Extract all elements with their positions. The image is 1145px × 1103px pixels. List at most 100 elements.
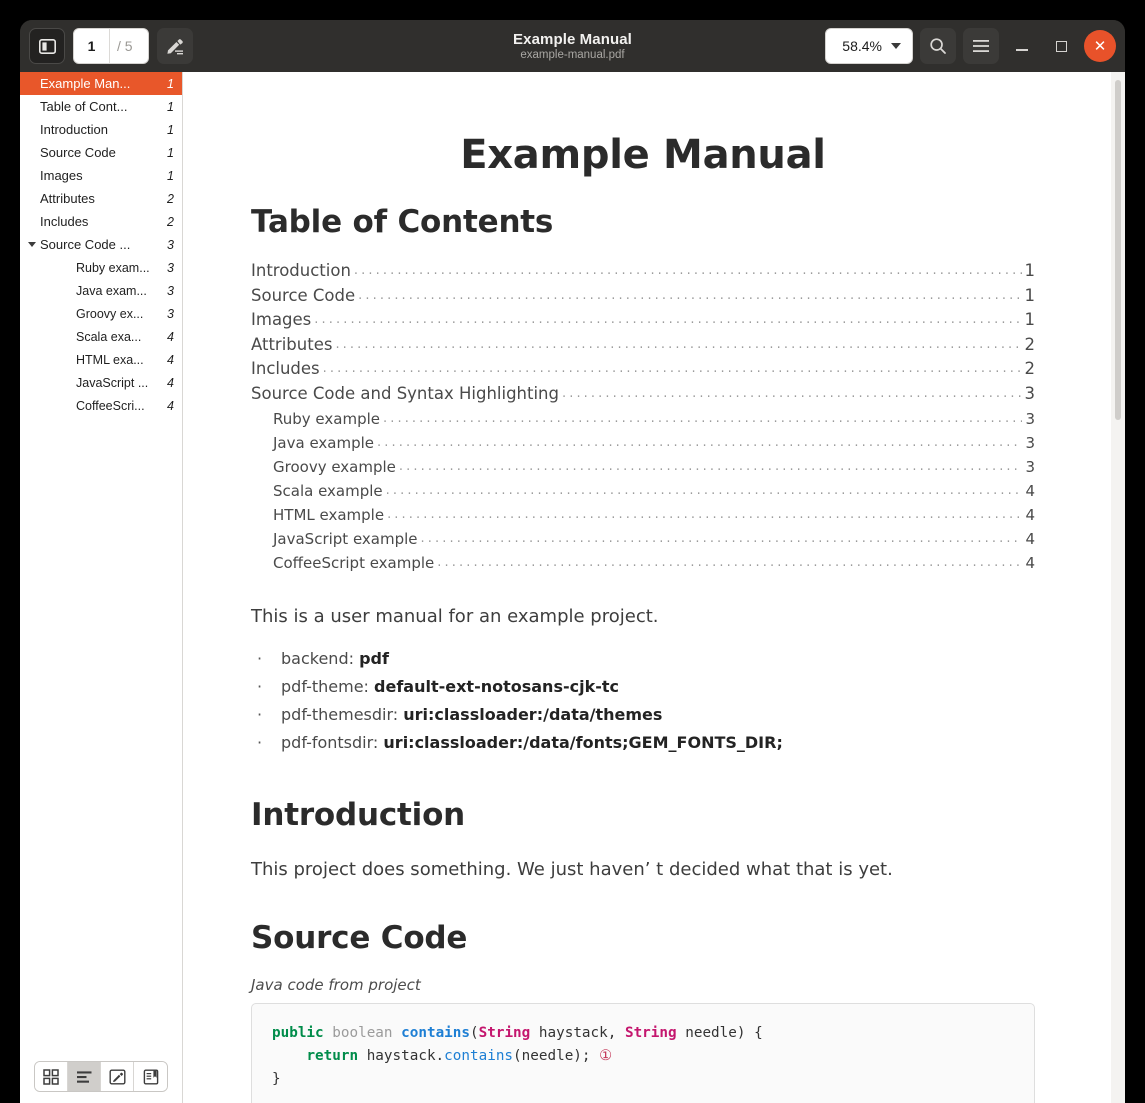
outline-item[interactable]: JavaScript ... 4	[20, 371, 182, 394]
toc-entry-title: Images	[251, 310, 312, 330]
document-outline[interactable]: Example Man... 1 Table of Cont... 1 Introduc…	[20, 72, 182, 1053]
search-button[interactable]	[920, 28, 956, 64]
zoom-level-dropdown[interactable]: 58.4%	[825, 28, 913, 64]
outline-item[interactable]: Groovy ex... 3	[20, 302, 182, 325]
outline-item-label: Source Code ...	[40, 237, 131, 252]
toc-entry[interactable]: Groovy example..........................…	[251, 456, 1035, 480]
toc-entry[interactable]: JavaScript example......................…	[251, 528, 1035, 552]
toc-dot-leader: ........................................…	[398, 458, 1023, 474]
toc-dot-leader: ........................................…	[322, 361, 1022, 377]
bullet-icon: ·	[257, 732, 263, 752]
close-icon: ✕	[1093, 37, 1107, 55]
toc-dot-leader: ........................................…	[377, 434, 1022, 450]
toc-dot-leader: ........................................…	[314, 312, 1021, 328]
code-caption: Java code from project	[251, 975, 421, 994]
page-number-field[interactable]: 1 / 5	[73, 28, 149, 64]
outline-item[interactable]: HTML exa... 4	[20, 348, 182, 371]
outline-item[interactable]: Scala exa... 4	[20, 325, 182, 348]
sidebar-panel-icon	[38, 38, 56, 54]
toc-entry-title: Source Code	[251, 285, 356, 305]
sidebar-view-mode-bar	[20, 1053, 182, 1103]
bullet-icon: ·	[257, 676, 263, 696]
titlebar-left-group: 1 / 5	[29, 28, 193, 64]
outline-item[interactable]: Includes 2	[20, 210, 182, 233]
toc-entry[interactable]: Source Code.............................…	[251, 285, 1035, 310]
toc-entry-page: 4	[1025, 553, 1035, 572]
window-subtitle-filename: example-manual.pdf	[520, 49, 625, 61]
annotations-view-button[interactable]	[101, 1062, 134, 1091]
toc-entry[interactable]: Source Code and Syntax Highlighting.....…	[251, 383, 1035, 408]
outline-item[interactable]: Introduction 1	[20, 118, 182, 141]
code-keyword-public: public	[272, 1024, 324, 1041]
toc-entry-title: Attributes	[251, 334, 333, 354]
code-type-boolean: boolean	[332, 1024, 393, 1041]
outline-item-label: Images	[40, 168, 83, 183]
toc-entry-title: Java example	[273, 433, 375, 452]
bullet-icon: ·	[257, 648, 263, 668]
toc-entry[interactable]: Scala example...........................…	[251, 480, 1035, 504]
thumbnails-view-button[interactable]	[35, 1062, 68, 1091]
toc-entry[interactable]: Attributes..............................…	[251, 334, 1035, 359]
attribute-list-item: · backend: pdf	[257, 645, 1035, 673]
toc-entry[interactable]: Java example............................…	[251, 432, 1035, 456]
outline-item[interactable]: Ruby exam... 3	[20, 256, 182, 279]
outline-item[interactable]: Source Code ... 3	[20, 233, 182, 256]
close-button[interactable]: ✕	[1084, 30, 1116, 62]
maximize-button[interactable]	[1045, 30, 1077, 62]
code-keyword-return: return	[306, 1047, 359, 1064]
document-view[interactable]: Example Manual Table of Contents Introdu…	[183, 72, 1125, 1103]
outline-item-page: 4	[167, 329, 174, 344]
outline-item[interactable]: Java exam... 3	[20, 279, 182, 302]
attribute-key: pdf-theme:	[281, 676, 369, 696]
outline-item[interactable]: Attributes 2	[20, 187, 182, 210]
vertical-scrollbar[interactable]	[1115, 80, 1121, 420]
outline-item-label: HTML exa...	[76, 352, 144, 367]
hamburger-menu-icon	[973, 40, 989, 52]
minimize-button[interactable]	[1006, 30, 1038, 62]
toc-entry[interactable]: Images..................................…	[251, 309, 1035, 334]
expand-triangle-icon[interactable]	[24, 242, 40, 247]
toc-entry-title: Ruby example	[273, 409, 380, 428]
code-arg-haystack: haystack,	[530, 1024, 625, 1041]
outline-view-button[interactable]	[68, 1062, 101, 1091]
sidebar-toggle-button[interactable]	[29, 28, 65, 64]
toc-dot-leader: ........................................…	[335, 336, 1021, 352]
main-menu-button[interactable]	[963, 28, 999, 64]
bookmarks-view-button[interactable]	[134, 1062, 167, 1091]
outline-item[interactable]: Images 1	[20, 164, 182, 187]
attribute-value: uri:classloader:/data/fonts;GEM_FONTS_DI…	[383, 732, 783, 752]
toc-entry-page: 4	[1025, 529, 1035, 548]
code-method-contains: contains	[401, 1024, 471, 1041]
current-page-input[interactable]: 1	[74, 29, 110, 63]
outline-item[interactable]: Source Code 1	[20, 141, 182, 164]
attribute-list-item: · pdf-themesdir: uri:classloader:/data/th…	[257, 701, 1035, 729]
outline-item-label: Ruby exam...	[76, 260, 150, 275]
attribute-key: pdf-fontsdir:	[281, 732, 379, 752]
toc-dot-leader: ........................................…	[385, 482, 1023, 498]
attribute-list-item: · pdf-fontsdir: uri:classloader:/data/fon…	[257, 729, 1035, 757]
annotate-tool-button[interactable]	[157, 28, 193, 64]
toc-entry[interactable]: Introduction............................…	[251, 260, 1035, 285]
outline-item[interactable]: Table of Cont... 1	[20, 95, 182, 118]
outline-item-label: Table of Cont...	[40, 99, 128, 114]
outline-item-label: Introduction	[40, 122, 108, 137]
outline-item[interactable]: Example Man... 1	[20, 72, 182, 95]
bookmarks-icon	[143, 1069, 158, 1085]
outline-item-page: 3	[167, 306, 174, 321]
toc-entry[interactable]: CoffeeScript example....................…	[251, 552, 1035, 576]
search-icon	[930, 38, 946, 54]
introduction-heading: Introduction	[251, 796, 466, 833]
outline-item-label: Source Code	[40, 145, 116, 160]
outline-item-label: Includes	[40, 214, 89, 229]
code-class-string-1: String	[478, 1024, 531, 1041]
toc-dot-leader: ........................................…	[437, 554, 1023, 570]
outline-item-page: 2	[167, 214, 174, 229]
toc-entry-title: Includes	[251, 359, 320, 379]
chevron-down-icon	[28, 242, 36, 247]
toc-entry[interactable]: HTML example............................…	[251, 504, 1035, 528]
toc-entry[interactable]: Includes................................…	[251, 358, 1035, 383]
toc-entry-page: 2	[1024, 359, 1036, 379]
outline-item-page: 4	[167, 352, 174, 367]
outline-item[interactable]: CoffeeScri... 4	[20, 394, 182, 417]
toc-entry[interactable]: Ruby example............................…	[251, 408, 1035, 432]
